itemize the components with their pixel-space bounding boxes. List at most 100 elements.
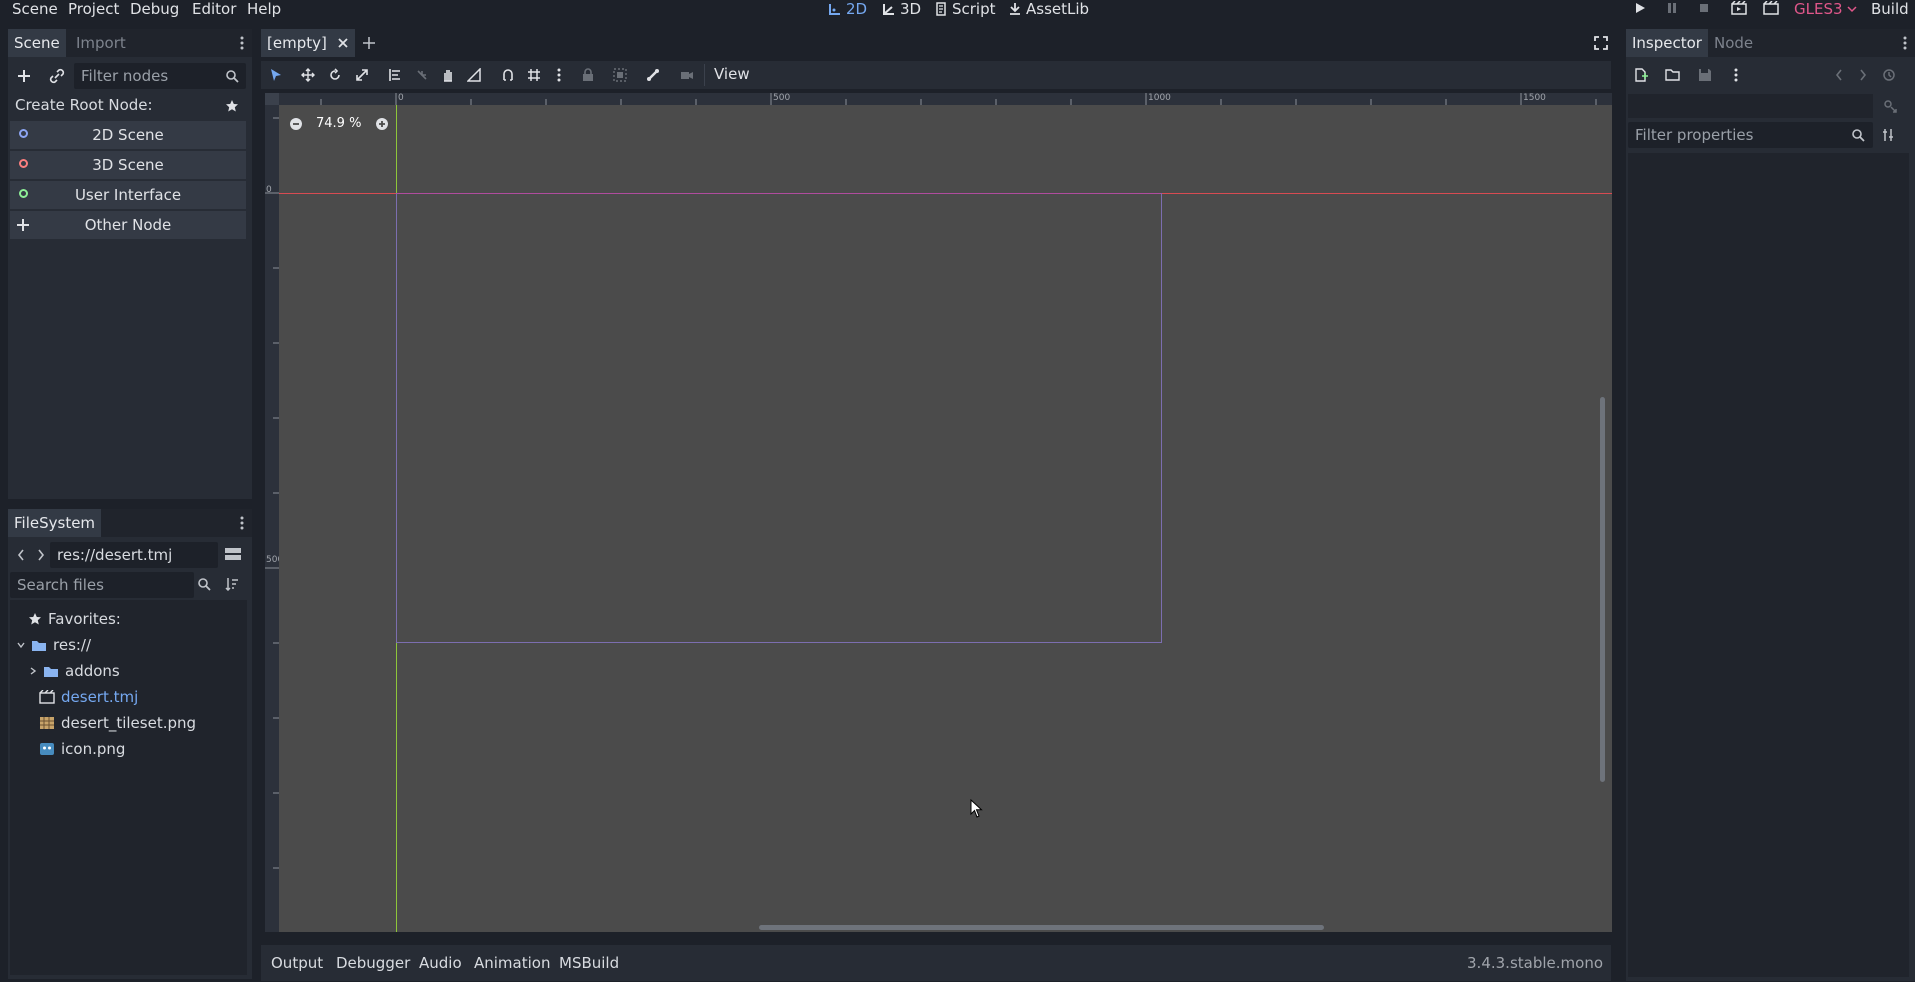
- inspector-more-icon[interactable]: [1733, 68, 1739, 82]
- file-row-icon-png[interactable]: icon.png: [39, 737, 125, 761]
- new-resource-icon[interactable]: [1634, 68, 1648, 82]
- favorite-star-icon[interactable]: [225, 99, 239, 113]
- history-forward-icon[interactable]: [1858, 68, 1868, 82]
- file-row-desert-tmj[interactable]: desert.tmj: [39, 685, 138, 709]
- tab-import[interactable]: Import: [70, 29, 132, 57]
- horizontal-scrollbar[interactable]: [759, 925, 1324, 930]
- smart-snap-icon[interactable]: [501, 68, 515, 82]
- filter-nodes-input[interactable]: Filter nodes: [74, 63, 246, 89]
- favorites-row[interactable]: Favorites:: [28, 607, 121, 631]
- scale-tool-icon[interactable]: [355, 68, 369, 82]
- bottom-tab-audio[interactable]: Audio: [419, 945, 462, 981]
- group-icon[interactable]: [613, 68, 627, 82]
- mode-assetlib-button[interactable]: AssetLib: [1008, 0, 1089, 18]
- vertical-scrollbar[interactable]: [1600, 397, 1605, 782]
- select-tool-icon[interactable]: [269, 68, 283, 82]
- mode-3d-button[interactable]: 3D: [882, 0, 921, 18]
- add-node-icon[interactable]: [16, 68, 32, 84]
- tab-inspector[interactable]: Inspector: [1626, 29, 1708, 57]
- file-row-addons[interactable]: addons: [29, 659, 120, 683]
- zoom-level[interactable]: 74.9 %: [316, 116, 361, 131]
- root-user-interface-button[interactable]: User Interface: [10, 181, 246, 209]
- menu-help[interactable]: Help: [247, 0, 281, 18]
- renderer-label: GLES3: [1794, 0, 1843, 18]
- res-root-row[interactable]: res://: [17, 633, 91, 657]
- mode-script-button[interactable]: Script: [934, 0, 996, 18]
- pause-icon[interactable]: [1665, 1, 1679, 15]
- filter-properties-input[interactable]: Filter properties: [1628, 122, 1873, 148]
- scene-tab-label: [empty]: [267, 34, 327, 52]
- save-icon[interactable]: [1698, 68, 1712, 82]
- list-select-icon[interactable]: [388, 68, 402, 82]
- snap-options-icon[interactable]: [556, 68, 562, 82]
- scene-tab-empty[interactable]: [empty]: [261, 29, 355, 57]
- distraction-free-icon[interactable]: [1593, 35, 1609, 51]
- search-files-placeholder: Search files: [17, 576, 104, 594]
- split-mode-icon[interactable]: [224, 546, 242, 562]
- menu-debug[interactable]: Debug: [130, 0, 179, 18]
- rotate-tool-icon[interactable]: [328, 68, 342, 82]
- inspector-tabbar: Inspector Node: [1626, 29, 1915, 57]
- chevron-right-icon[interactable]: [29, 667, 37, 675]
- menu-editor[interactable]: Editor: [192, 0, 236, 18]
- more-menu-icon[interactable]: [239, 516, 245, 530]
- new-tab-icon[interactable]: [362, 36, 376, 50]
- vertical-ruler-ticks: [265, 117, 279, 869]
- renderer-select[interactable]: GLES3: [1794, 0, 1857, 18]
- tools-icon[interactable]: [1882, 128, 1896, 142]
- add-icon: [17, 219, 29, 231]
- grid-snap-icon[interactable]: [527, 68, 541, 82]
- forward-icon[interactable]: [36, 548, 46, 562]
- chevron-down-icon[interactable]: [17, 641, 25, 649]
- pan-tool-icon[interactable]: [441, 68, 455, 82]
- play-custom-scene-icon[interactable]: [1763, 1, 1779, 15]
- ruler-tool-icon[interactable]: [467, 68, 481, 82]
- object-path-field[interactable]: [1628, 94, 1873, 118]
- more-menu-icon[interactable]: [1902, 36, 1908, 50]
- menu-project[interactable]: Project: [68, 0, 119, 18]
- close-icon[interactable]: [337, 37, 349, 49]
- zoom-out-icon[interactable]: [289, 117, 303, 131]
- menu-scene[interactable]: Scene: [12, 0, 58, 18]
- history-back-icon[interactable]: [1834, 68, 1844, 82]
- bottom-tab-animation[interactable]: Animation: [474, 945, 550, 981]
- search-icon: [1852, 129, 1865, 142]
- play-scene-icon[interactable]: [1731, 1, 1747, 15]
- tab-filesystem[interactable]: FileSystem: [8, 509, 102, 537]
- game-viewport-rect: [396, 193, 1162, 643]
- mode-3d-label: 3D: [900, 0, 922, 18]
- file-row-desert-tileset[interactable]: desert_tileset.png: [39, 711, 196, 735]
- root-other-node-button[interactable]: Other Node: [10, 211, 246, 239]
- tab-scene[interactable]: Scene: [8, 29, 66, 57]
- link-icon[interactable]: [49, 68, 65, 84]
- horizontal-ruler-ticks: [320, 93, 1597, 105]
- open-folder-icon[interactable]: [1665, 68, 1681, 82]
- build-button[interactable]: Build: [1871, 0, 1909, 18]
- skeleton-icon[interactable]: [646, 68, 660, 82]
- view-menu[interactable]: View: [714, 65, 750, 83]
- lock-icon[interactable]: [581, 68, 595, 82]
- move-tool-icon[interactable]: [301, 68, 315, 82]
- zoom-in-icon[interactable]: [375, 117, 389, 131]
- play-icon[interactable]: [1633, 1, 1647, 15]
- canvas-viewport[interactable]: 74.9 %: [279, 105, 1612, 932]
- bottom-tab-debugger[interactable]: Debugger: [336, 945, 410, 981]
- pivot-tool-icon[interactable]: [415, 68, 429, 82]
- res-root-label: res://: [53, 636, 92, 654]
- search-files-input[interactable]: Search files: [10, 572, 194, 598]
- bottom-tab-output[interactable]: Output: [271, 945, 323, 981]
- object-properties-icon[interactable]: [1882, 98, 1898, 114]
- path-field[interactable]: res://desert.tmj: [50, 542, 218, 568]
- stop-icon[interactable]: [1697, 1, 1711, 15]
- root-3d-scene-button[interactable]: 3D Scene: [10, 151, 246, 179]
- mouse-cursor-icon: [970, 799, 983, 818]
- sort-icon[interactable]: [225, 577, 239, 591]
- root-2d-scene-button[interactable]: 2D Scene: [10, 121, 246, 149]
- camera-override-icon[interactable]: [679, 68, 695, 82]
- tab-node[interactable]: Node: [1708, 29, 1759, 57]
- bottom-tab-msbuild[interactable]: MSBuild: [559, 945, 619, 981]
- more-menu-icon[interactable]: [239, 36, 245, 50]
- history-icon[interactable]: [1882, 68, 1896, 82]
- back-icon[interactable]: [16, 548, 26, 562]
- mode-2d-button[interactable]: 2D: [828, 0, 867, 18]
